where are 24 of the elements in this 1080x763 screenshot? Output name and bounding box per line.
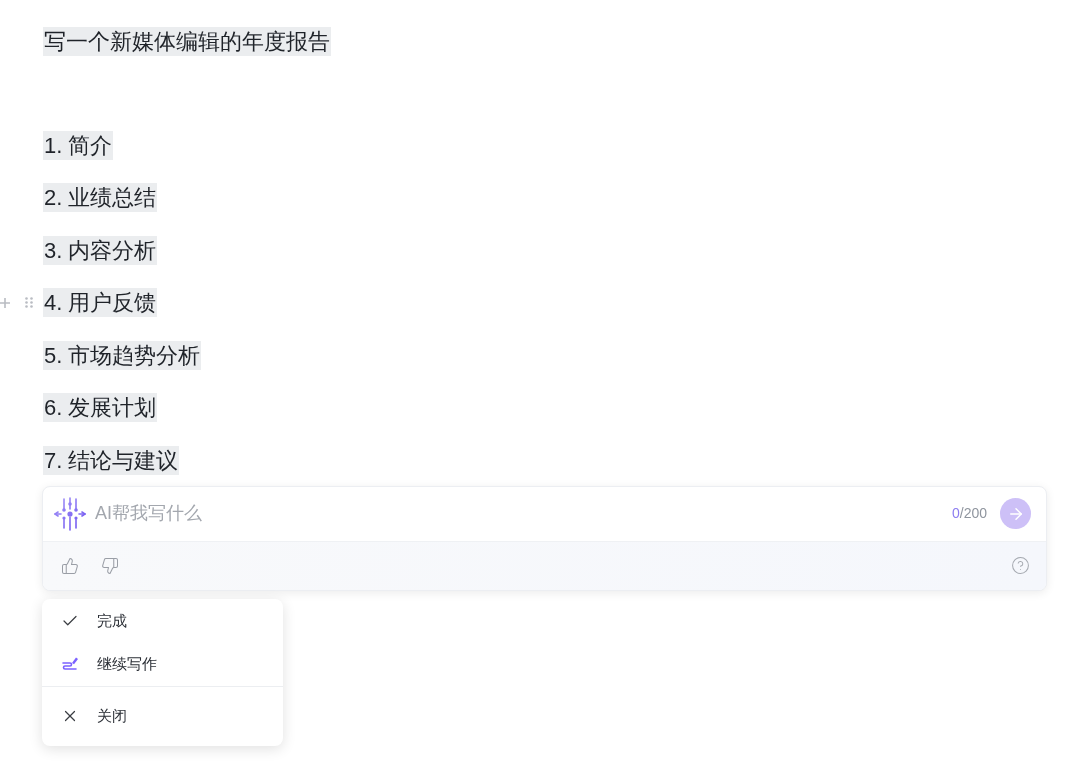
pen-squiggle-icon: [61, 656, 79, 672]
sparkle-icon: [54, 496, 86, 531]
menu-item[interactable]: 完成: [42, 599, 283, 643]
menu-item[interactable]: 继续写作: [42, 642, 283, 686]
help-icon: [1010, 556, 1030, 575]
plus-icon[interactable]: [0, 297, 10, 308]
list-item: 3. 内容分析: [43, 235, 158, 265]
list-item: 2. 业绩总结: [43, 183, 158, 213]
list-item: 4. 用户反馈: [43, 288, 158, 318]
thumbs-down-icon: [101, 556, 119, 575]
prompt-input[interactable]: AI帮我写什么: [95, 497, 952, 530]
thumbs-up-button[interactable]: [60, 555, 80, 576]
list-item: 5. 市场趋势分析: [43, 340, 202, 370]
thumbs-down-button[interactable]: [100, 555, 120, 576]
document-title: 写一个新媒体编辑的年度报告: [43, 26, 331, 56]
thumbs-up-icon: [61, 556, 79, 575]
list-item: 1. 简介: [43, 130, 114, 160]
menu-item[interactable]: 关闭: [42, 694, 283, 738]
help-button[interactable]: [1010, 555, 1030, 576]
list-item: 7. 结论与建议: [43, 445, 180, 475]
list-item: 6. 发展计划: [43, 393, 158, 423]
drag-handle-icon[interactable]: [25, 297, 33, 309]
character-counter: 0/200: [951, 504, 987, 523]
ai-prompt-box[interactable]: AI帮我写什么 0/200: [42, 485, 1047, 591]
